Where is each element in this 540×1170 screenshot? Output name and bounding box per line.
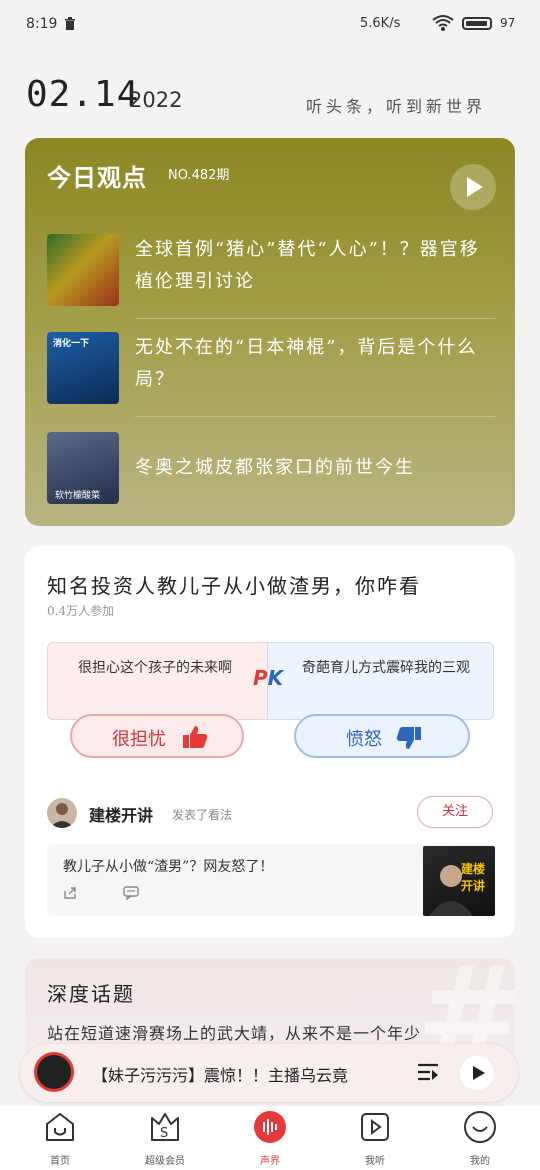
nav-item-mine[interactable]: 我的	[435, 1106, 525, 1170]
debate-card[interactable]: 知名投资人教儿子从小做渣男，你咋看 0.4万人参加 很担心这个孩子的未来啊 奇葩…	[25, 546, 515, 938]
quoted-post[interactable]: 教儿子从小做“渣男”？网友怒了！ 建楼开讲	[47, 844, 495, 916]
pk-k: K	[267, 666, 284, 690]
news-thumbnail	[47, 234, 119, 306]
battery-icon	[462, 17, 492, 30]
thumbnail-tag: 建楼开讲	[461, 862, 486, 893]
network-speed: 5.6K/s	[360, 16, 401, 31]
news-item[interactable]: 消化一下 无处不在的“日本神棍”，背后是个什么局？	[47, 332, 497, 418]
news-item[interactable]: 软竹檬酸菜 冬奥之城皮都张家口的前世今生	[47, 432, 497, 518]
angry-label: 愤怒	[346, 729, 382, 750]
author-action: 发表了看法	[172, 808, 233, 822]
header-slogan: 听头条，听到新世界	[306, 97, 487, 116]
thumbs-down-icon	[396, 727, 421, 749]
play-all-button[interactable]	[450, 164, 496, 210]
news-title: 冬奥之城皮都张家口的前世今生	[135, 457, 415, 478]
bottom-nav: 首页 S 超级会员 声界 我听 我的	[0, 1106, 540, 1170]
nav-label: 声界	[260, 1156, 280, 1167]
news-title: 无处不在的“日本神棍”，背后是个什么局？	[135, 337, 478, 390]
profile-icon	[464, 1111, 496, 1143]
comment-icon[interactable]	[123, 886, 139, 900]
mini-player[interactable]: 【妹子污污污】震惊！！主播乌云竟	[20, 1044, 518, 1102]
status-bar: 8:19 5.6K/s 97	[0, 0, 540, 50]
divider	[135, 416, 495, 417]
news-thumbnail: 消化一下	[47, 332, 119, 404]
worried-label: 很担忧	[112, 729, 166, 750]
share-icon[interactable]	[63, 886, 77, 900]
vip-icon: S	[151, 1113, 179, 1141]
right-option-panel: 奇葩育儿方式震碎我的三观	[267, 642, 494, 720]
news-item[interactable]: 全球首例“猪心”替代“人心”！？器官移植伦理引讨论	[47, 234, 497, 320]
right-option-text: 奇葩育儿方式震碎我的三观	[302, 660, 470, 676]
player-play-button[interactable]	[460, 1056, 494, 1090]
pk-badge: PK	[253, 666, 283, 690]
quoted-post-thumbnail: 建楼开讲	[423, 846, 495, 916]
player-track-title: 【妹子污污污】震惊！！主播乌云竟	[92, 1066, 349, 1085]
daily-issue-number: NO.482期	[168, 168, 230, 183]
nav-item-vip[interactable]: S 超级会员	[120, 1106, 210, 1170]
nav-label: 超级会员	[145, 1156, 185, 1167]
news-thumbnail: 软竹檬酸菜	[47, 432, 119, 504]
quoted-post-text: 教儿子从小做“渣男”？网友怒了！	[63, 859, 274, 875]
voice-icon	[254, 1111, 286, 1143]
left-option-panel: 很担心这个孩子的未来啊	[47, 642, 273, 720]
daily-viewpoint-logo: 今日观点	[47, 164, 147, 192]
header-year: 2022	[129, 88, 183, 112]
trash-icon	[65, 17, 75, 30]
daily-viewpoint-card[interactable]: 今日观点 NO.482期 全球首例“猪心”替代“人心”！？器官移植伦理引讨论 消…	[25, 138, 515, 526]
nav-label: 首页	[50, 1156, 70, 1167]
svg-text:S: S	[160, 1126, 168, 1141]
playlist-icon[interactable]	[416, 1060, 440, 1084]
follow-button[interactable]: 关注	[417, 796, 493, 828]
wifi-icon	[432, 15, 454, 31]
nav-item-listen[interactable]: 我听	[330, 1106, 420, 1170]
thumbnail-tag: 软竹檬酸菜	[55, 491, 101, 501]
news-title: 全球首例“猪心”替代“人心”！？器官移植伦理引讨论	[135, 239, 480, 292]
worried-button[interactable]: 很担忧	[70, 714, 244, 758]
header-date: 02.14	[26, 74, 140, 115]
thumbnail-tag: 消化一下	[53, 339, 90, 349]
deep-topic-title: 深度话题	[47, 982, 135, 1006]
battery-level: 97	[500, 16, 516, 30]
divider	[135, 318, 495, 319]
nav-item-voice[interactable]: 声界	[225, 1106, 315, 1170]
home-icon	[46, 1113, 74, 1141]
left-option-text: 很担心这个孩子的未来啊	[78, 660, 232, 676]
angry-button[interactable]: 愤怒	[294, 714, 470, 758]
thumbs-up-icon	[183, 726, 208, 748]
nav-label: 我听	[365, 1156, 385, 1167]
listen-icon	[361, 1113, 389, 1141]
nav-item-home[interactable]: 首页	[15, 1106, 105, 1170]
debate-title: 知名投资人教儿子从小做渣男，你咋看	[47, 574, 421, 598]
author-name[interactable]: 建楼开讲	[89, 802, 153, 826]
pk-p: P	[253, 666, 268, 690]
participant-count: 0.4万人参加	[47, 604, 115, 618]
author-avatar[interactable]	[47, 798, 77, 828]
player-cover[interactable]	[34, 1052, 74, 1092]
nav-label: 我的	[470, 1156, 490, 1167]
status-time: 8:19	[26, 16, 58, 32]
